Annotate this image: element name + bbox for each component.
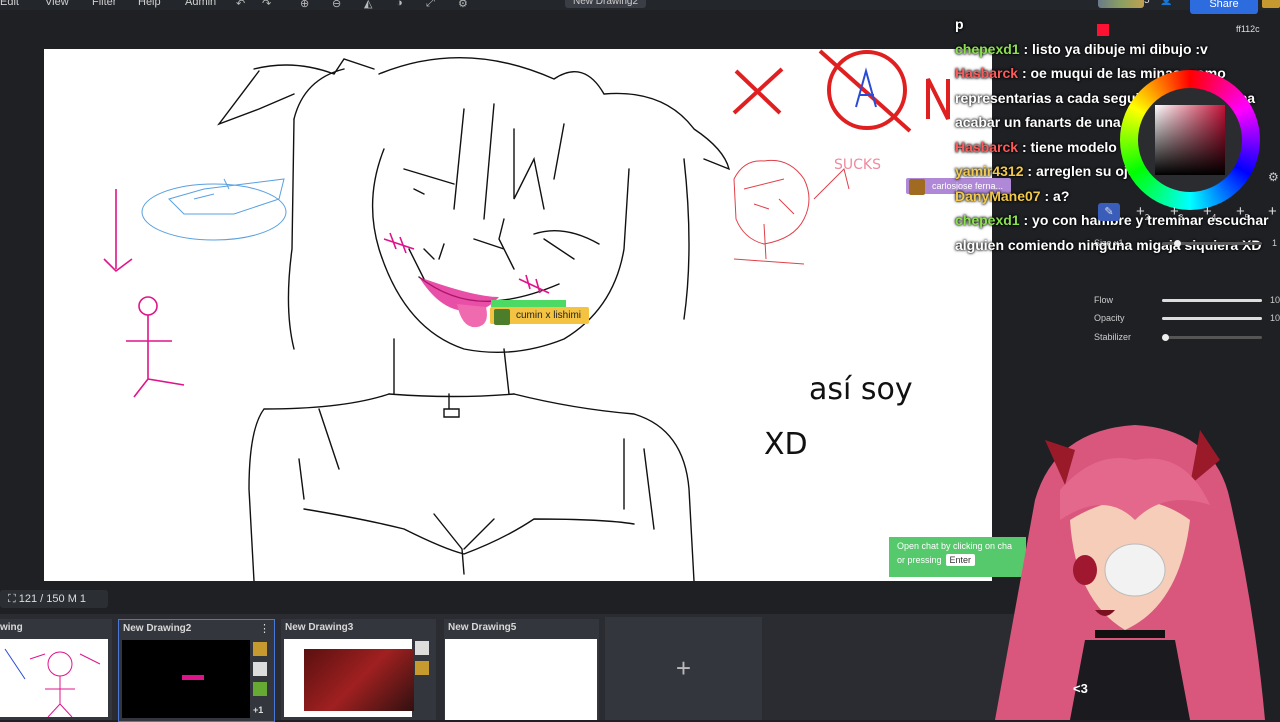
- drawing-thumbnail[interactable]: [122, 640, 250, 718]
- viewer-avatar: [253, 662, 267, 676]
- zoom-out-icon[interactable]: ⊖: [332, 0, 341, 10]
- viewer-extra-count: +1: [253, 705, 264, 715]
- menu-filter[interactable]: Filter: [92, 0, 116, 8]
- chat-message: chepexd1 : listo ya dibuje mi dibujo :v: [955, 37, 1280, 62]
- drawing-tab[interactable]: wing: [0, 619, 112, 720]
- viewer-avatar: [253, 642, 267, 656]
- drawing-tab-active[interactable]: New Drawing2 ⋮ +1: [118, 619, 275, 722]
- users-icon[interactable]: 👤: [1160, 0, 1172, 6]
- settings-icon[interactable]: ⚙: [458, 0, 468, 10]
- size-label: Size x1: [1094, 238, 1124, 248]
- drawing-tab[interactable]: New Drawing5: [444, 619, 599, 720]
- menu-help[interactable]: Help: [138, 0, 161, 8]
- chat-username: DanyMane07: [955, 187, 1041, 204]
- current-color-swatch[interactable]: [1097, 24, 1109, 36]
- color-settings-icon[interactable]: ⚙: [1268, 170, 1279, 184]
- drawing-tab-title: New Drawing5: [448, 622, 517, 633]
- drawing-tab[interactable]: New Drawing3: [281, 619, 436, 720]
- flow-value: 10: [1270, 295, 1280, 305]
- opacity-slider-fill: [1162, 317, 1262, 320]
- opacity-value: 10: [1270, 313, 1280, 323]
- online-users-count: 5: [1144, 0, 1150, 6]
- stabilizer-slider[interactable]: [1162, 336, 1262, 339]
- plus-icon: +: [675, 653, 692, 683]
- drawing-thumbnail-sketch: [4, 648, 101, 718]
- document-title: New Drawing2: [565, 0, 647, 8]
- online-users-avatars[interactable]: [1098, 0, 1144, 8]
- undo-icon[interactable]: ↶: [236, 0, 245, 10]
- drawing-tab-title: New Drawing2: [123, 623, 192, 634]
- color-saturation-square[interactable]: [1155, 105, 1225, 175]
- drawing-tab-title: New Drawing3: [285, 622, 354, 633]
- menu-view[interactable]: View: [45, 0, 69, 8]
- flip-icon[interactable]: ◭: [364, 0, 372, 10]
- brush-size-3-button[interactable]: +3: [1170, 203, 1183, 222]
- redo-icon[interactable]: ↷: [262, 0, 271, 10]
- add-drawing-button[interactable]: +: [605, 617, 762, 720]
- drawing-text-asi-soy: así soy: [809, 372, 913, 407]
- heart-overlay-text: <3: [1073, 681, 1088, 696]
- viewer-avatar: [415, 641, 429, 655]
- menu-edit[interactable]: Edit: [0, 0, 19, 8]
- user-cursor-avatar: [494, 309, 510, 325]
- chat-text: : a?: [1044, 187, 1070, 204]
- opacity-label: Opacity: [1094, 313, 1125, 323]
- chat-text: : listo ya dibuje mi dibujo :v: [1023, 40, 1208, 57]
- vtuber-avatar: [995, 425, 1265, 720]
- thumbnail-mark: [182, 675, 204, 680]
- chat-username: chepexd1: [955, 212, 1020, 228]
- chat-username: chepexd1: [955, 40, 1020, 57]
- viewer-avatar: [253, 682, 267, 696]
- zoom-in-icon[interactable]: ⊕: [300, 0, 309, 10]
- brush-add-button[interactable]: +: [1268, 203, 1277, 220]
- stabilizer-slider-knob[interactable]: [1162, 334, 1169, 341]
- user-cursor-highlight: [491, 300, 566, 307]
- stabilizer-label: Stabilizer: [1094, 332, 1132, 342]
- drawing-thumbnail[interactable]: [0, 639, 108, 718]
- users-status-icon: ⛶: [8, 593, 16, 605]
- user-cursor-tag: cumin x lishimi: [490, 307, 590, 325]
- brush-size-2-button[interactable]: +2: [1136, 203, 1149, 222]
- rotate-icon[interactable]: ◑: [396, 0, 403, 9]
- menu-admin[interactable]: Admin: [185, 0, 216, 8]
- drawing-text-sucks: SUCKS: [834, 157, 881, 173]
- enter-key-hint: Enter: [945, 554, 976, 566]
- users-status-count: 121 / 150: [18, 593, 65, 605]
- drawing-tab-title: wing: [0, 622, 23, 633]
- user-avatar[interactable]: [1262, 0, 1280, 8]
- chat-message: p: [955, 16, 964, 32]
- brush-size-5-button[interactable]: +5: [1236, 203, 1249, 222]
- user-cursor-name: cumin x lishimi: [516, 310, 582, 321]
- more-options-icon[interactable]: ⋮: [259, 622, 270, 635]
- flow-label: Flow: [1094, 295, 1114, 305]
- fullscreen-icon[interactable]: ⤢: [426, 0, 435, 10]
- users-status-extra: M 1: [67, 593, 87, 605]
- brush-size-4-button[interactable]: +4: [1203, 203, 1216, 222]
- viewer-avatar: [415, 661, 429, 675]
- thumbnail-image: [304, 649, 414, 711]
- chat-username: Hasbarck: [955, 138, 1019, 155]
- color-hex-field[interactable]: ff112c: [1236, 24, 1260, 34]
- chat-username: Hasbarck: [955, 65, 1019, 81]
- user-cursor-avatar-2: [909, 179, 925, 195]
- drawing-thumbnail[interactable]: [445, 639, 597, 720]
- size-value: 1: [1272, 238, 1278, 248]
- open-chat-tip-text2: or pressing: [897, 555, 942, 565]
- chat-username: yamir4312: [955, 163, 1024, 179]
- pen-tool-icon[interactable]: ✎: [1098, 203, 1120, 221]
- share-label: Share: [1209, 0, 1239, 10]
- drawing-text-xd: XD: [764, 427, 808, 462]
- size-slider-knob[interactable]: [1174, 240, 1181, 247]
- users-status-badge[interactable]: ⛶ 121 / 150 M 1: [0, 590, 108, 608]
- drawing-thumbnail[interactable]: [284, 639, 414, 717]
- flow-slider-fill: [1162, 299, 1262, 302]
